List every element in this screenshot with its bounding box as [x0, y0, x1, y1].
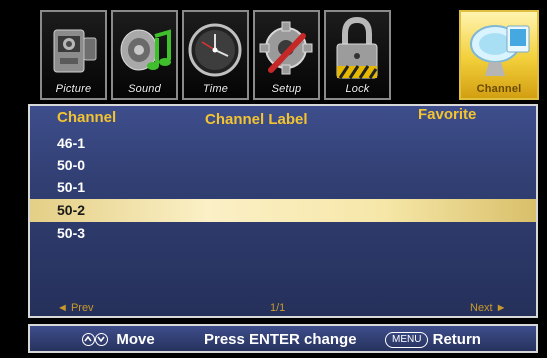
channel-row[interactable]: 50-0	[30, 154, 536, 177]
tab-setup[interactable]: Setup	[253, 10, 320, 100]
prev-page-button[interactable]: ◄ Prev	[57, 302, 94, 314]
move-label: Move	[116, 331, 155, 348]
tab-label: Sound	[128, 83, 161, 95]
return-label: Return	[432, 331, 481, 348]
menu-key-icon: MENU	[385, 332, 429, 348]
tab-picture[interactable]: Picture	[40, 10, 107, 100]
tab-label: Time	[202, 83, 229, 95]
up-arrow-icon	[82, 333, 95, 346]
channel-list-panel: Channel Channel Label Favorite 46-1 50-0…	[28, 104, 538, 318]
channel-number: 46-1	[57, 135, 86, 151]
return-hint: MENU Return	[385, 331, 481, 348]
tab-lock[interactable]: Lock	[324, 10, 391, 100]
menu-tab-bar: Picture Sound Time Setup Lock Channel	[0, 0, 547, 103]
tab-label: Picture	[55, 83, 92, 95]
enter-hint: Press ENTER change	[204, 331, 357, 348]
channel-number: 50-2	[57, 202, 86, 218]
channel-number: 50-3	[57, 225, 86, 241]
help-bar: Move Press ENTER change MENU Return	[28, 324, 538, 353]
next-page-button[interactable]: Next ►	[470, 302, 507, 314]
channel-row[interactable]: 50-1	[30, 176, 536, 199]
channel-number: 50-1	[57, 179, 86, 195]
tab-sound[interactable]: Sound	[111, 10, 178, 100]
column-header-channel: Channel	[57, 109, 117, 126]
tab-label: Channel	[476, 83, 522, 95]
down-arrow-icon	[95, 333, 108, 346]
channel-number: 50-0	[57, 157, 86, 173]
tab-label: Setup	[271, 83, 302, 95]
channel-row[interactable]: 46-1	[30, 132, 536, 155]
tab-label: Lock	[345, 83, 370, 95]
channel-row-selected[interactable]: 50-2	[30, 199, 536, 222]
page-indicator: 1/1	[270, 302, 286, 314]
channel-row[interactable]: 50-3	[30, 222, 536, 245]
tab-channel[interactable]: Channel	[459, 10, 539, 100]
move-hint: Move	[82, 331, 155, 348]
column-header-label: Channel Label	[205, 111, 308, 128]
tab-time[interactable]: Time	[182, 10, 249, 100]
column-header-favorite: Favorite	[418, 106, 477, 123]
